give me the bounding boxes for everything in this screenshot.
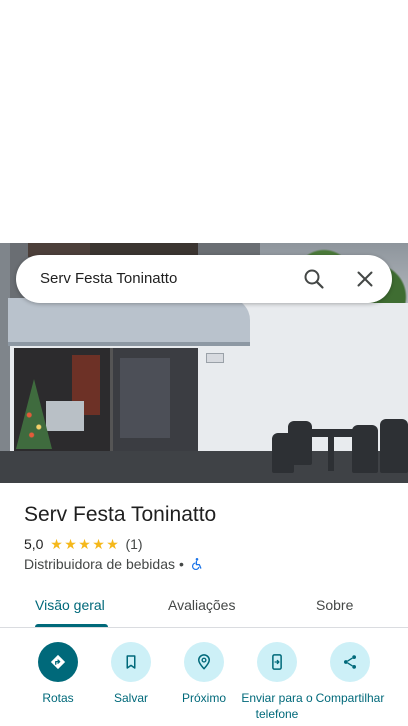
save-label: Salvar — [113, 691, 148, 705]
nearby-icon — [198, 654, 210, 670]
search-input[interactable]: Serv Festa Toninatto — [40, 269, 177, 289]
place-tabs: Visão geral Avaliações Sobre — [0, 583, 408, 628]
separator: • — [178, 556, 184, 572]
star-icon: ★ — [92, 536, 105, 552]
directions-button[interactable]: Rotas — [18, 642, 98, 726]
tab-about[interactable]: Sobre — [316, 596, 353, 614]
place-category: Distribuidora de bebidas — [24, 556, 175, 572]
star-icon: ★ — [50, 536, 63, 552]
active-tab-indicator — [35, 624, 108, 627]
star-icon: ★ — [64, 536, 77, 552]
star-icon: ★ — [106, 536, 119, 552]
share-button[interactable]: Compartilhar — [310, 642, 390, 726]
nearby-label: Próximo — [181, 691, 226, 705]
save-button[interactable]: Salvar — [91, 642, 171, 726]
directions-label: Rotas — [42, 691, 74, 705]
star-icon: ★ — [78, 536, 91, 552]
share-label: Compartilhar — [315, 691, 385, 705]
search-bar[interactable]: Serv Festa Toninatto — [16, 255, 392, 303]
tab-reviews[interactable]: Avaliações — [168, 596, 235, 614]
search-icon[interactable] — [302, 267, 326, 291]
wheelchair-accessible-icon — [191, 558, 202, 570]
send-to-phone-icon — [272, 654, 282, 670]
category-row: Distribuidora de bebidas • — [24, 555, 204, 573]
map-blank-area — [0, 0, 408, 243]
send-to-phone-label: Enviar para o telefone — [241, 691, 313, 721]
rating-value: 5,0 — [24, 536, 44, 552]
star-rating: ★ ★ ★ ★ ★ — [49, 537, 119, 551]
directions-icon — [50, 654, 66, 670]
send-to-phone-button[interactable]: Enviar para o telefone — [237, 642, 317, 726]
share-icon — [344, 655, 356, 669]
rating-row[interactable]: 5,0 ★ ★ ★ ★ ★ (1) — [24, 535, 143, 553]
close-icon[interactable] — [353, 267, 377, 291]
nearby-button[interactable]: Próximo — [164, 642, 244, 726]
bookmark-icon — [126, 655, 136, 669]
review-count[interactable]: (1) — [125, 536, 142, 552]
tab-overview[interactable]: Visão geral — [35, 596, 105, 614]
place-title: Serv Festa Toninatto — [24, 503, 217, 526]
action-buttons: Rotas Salvar Próximo Enviar para o telef… — [0, 640, 408, 726]
